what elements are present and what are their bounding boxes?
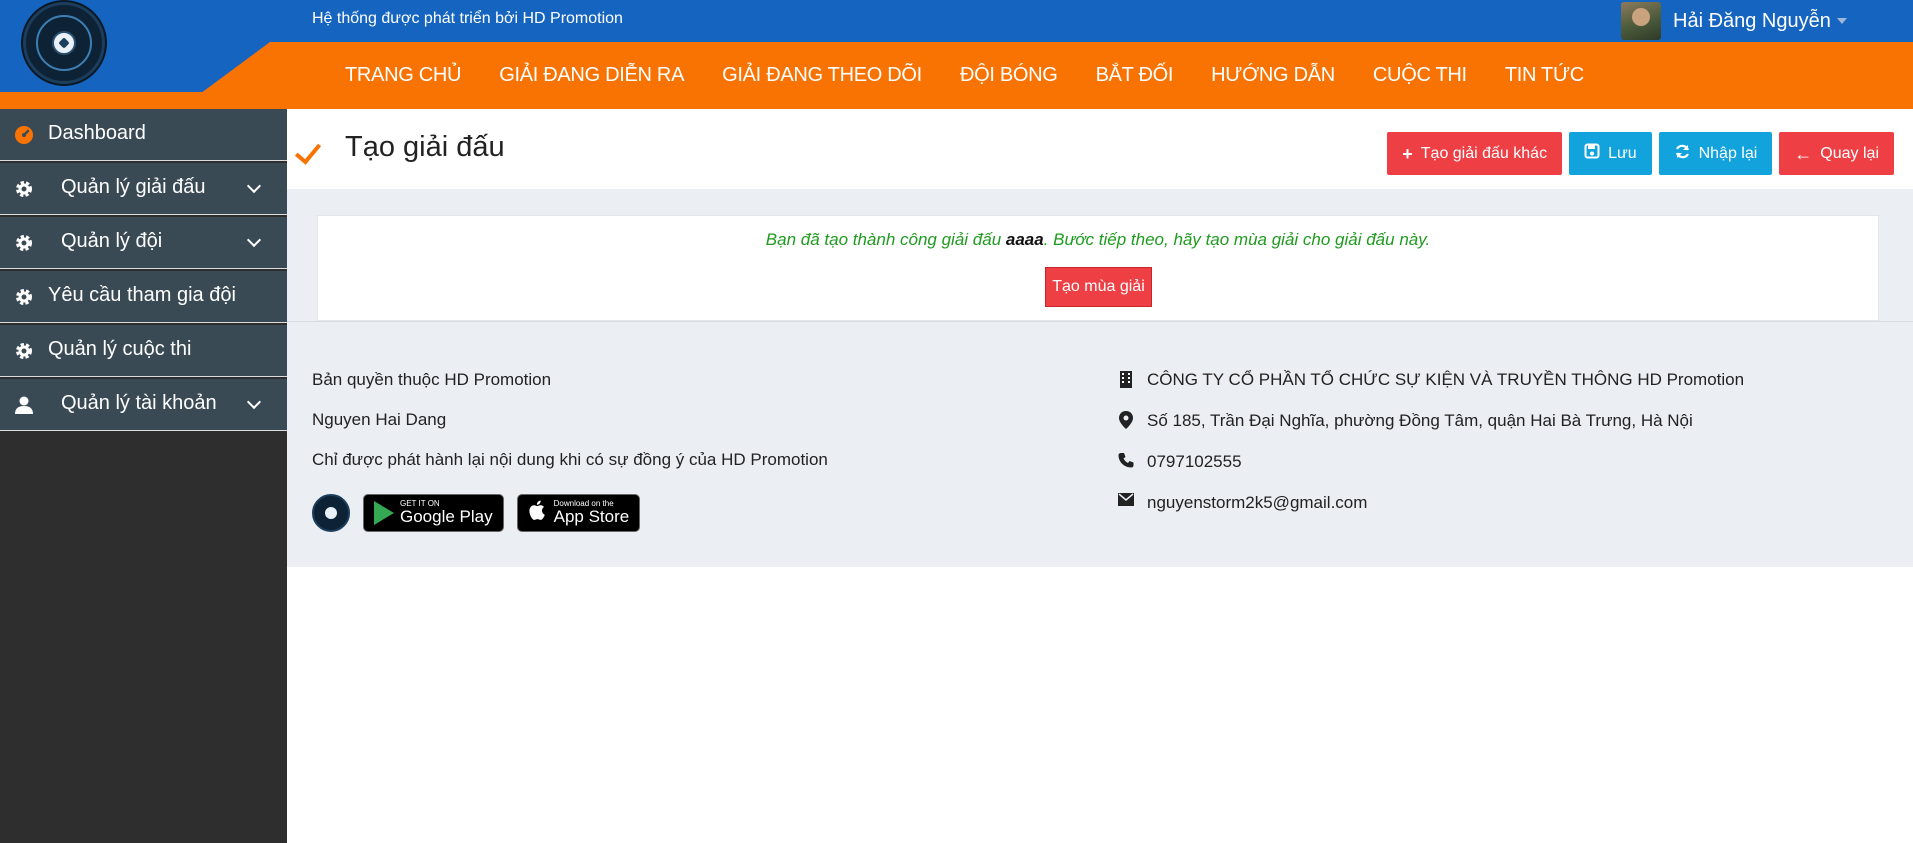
- button-label: Quay lại: [1820, 144, 1879, 162]
- sidebar-item-dashboard[interactable]: Dashboard: [0, 109, 287, 161]
- map-marker-icon: [1117, 411, 1135, 434]
- phone-text: 0797102555: [1147, 452, 1242, 471]
- app-store-badges: GET IT ON Google Play Download on the Ap…: [312, 494, 641, 532]
- success-message: Bạn đã tạo thành công giải đấu aaaa. Bướ…: [318, 230, 1878, 250]
- page-header: Tạo giải đấu + Tạo giải đấu khác Lưu Nhậ…: [287, 109, 1913, 189]
- user-name: Hải Đăng Nguyễn: [1673, 9, 1831, 32]
- app-store-badge[interactable]: Download on the App Store: [516, 494, 641, 532]
- dashboard-icon: [13, 124, 35, 146]
- building-icon: [1117, 370, 1135, 393]
- site-footer: Bản quyền thuộc HD Promotion Nguyen Hai …: [287, 321, 1913, 567]
- sidebar-item-label: Quản lý đội: [61, 230, 163, 252]
- phone-icon: [1117, 452, 1135, 473]
- sidebar-item-quan-ly-tai-khoan[interactable]: Quản lý tài khoản: [0, 379, 287, 431]
- nav-huong-dan[interactable]: HƯỚNG DẪN: [1211, 64, 1335, 87]
- nav-cuoc-thi[interactable]: CUỘC THI: [1373, 64, 1467, 87]
- message-text: Bạn đã tạo thành công giải đấu: [765, 230, 1006, 249]
- user-menu[interactable]: Hải Đăng Nguyễn: [1621, 0, 1847, 42]
- nav-bat-doi[interactable]: BẮT ĐỐI: [1096, 64, 1174, 87]
- badge-big-text: App Store: [553, 507, 630, 527]
- save-button[interactable]: Lưu: [1569, 132, 1652, 175]
- apple-icon: [528, 499, 548, 527]
- copyright-text: Bản quyền thuộc HD Promotion: [312, 370, 552, 389]
- sidebar-item-yeu-cau-tham-gia-doi[interactable]: Yêu cầu tham gia đội: [0, 271, 287, 323]
- gear-icon: [13, 178, 35, 200]
- soccer-ball-icon: [52, 31, 76, 55]
- author-text: Nguyen Hai Dang: [312, 410, 447, 429]
- company-name: CÔNG TY CỔ PHẦN TỔ CHỨC SỰ KIỆN VÀ TRUYỀ…: [1147, 370, 1745, 389]
- arrow-left-icon: ←: [1794, 143, 1813, 164]
- nav-giai-dang-theo-doi[interactable]: GIẢI ĐANG THEO DÕI: [722, 64, 922, 87]
- nav-giai-dang-dien-ra[interactable]: GIẢI ĐANG DIỄN RA: [499, 64, 684, 87]
- sidebar: Dashboard Quản lý giải đấu Quản lý đội Y…: [0, 109, 287, 843]
- contact-email: nguyenstorm2k5@gmail.com: [1117, 493, 1744, 534]
- check-icon: [294, 137, 322, 165]
- address-text: Số 185, Trần Đại Nghĩa, phường Đồng Tâm,…: [1147, 411, 1693, 430]
- sidebar-item-quan-ly-giai-dau[interactable]: Quản lý giải đấu: [0, 163, 287, 215]
- tournament-name: aaaa: [1005, 230, 1044, 249]
- footer-contact: CÔNG TY CỔ PHẦN TỔ CHỨC SỰ KIỆN VÀ TRUYỀ…: [1117, 370, 1744, 534]
- success-notice: Bạn đã tạo thành công giải đấu aaaa. Bướ…: [317, 215, 1879, 321]
- gear-icon: [13, 232, 35, 254]
- header-tagline: Hệ thống được phát triển bởi HD Promotio…: [312, 10, 623, 27]
- button-label: Nhập lại: [1698, 144, 1758, 162]
- page-title: Tạo giải đấu: [345, 131, 505, 163]
- reload-button[interactable]: Nhập lại: [1658, 132, 1773, 175]
- contact-address: Số 185, Trần Đại Nghĩa, phường Đồng Tâm,…: [1117, 411, 1744, 452]
- badge-big-text: Google Play: [400, 507, 493, 527]
- chevron-down-icon: [246, 178, 262, 194]
- chevron-down-icon: [246, 394, 262, 410]
- plus-icon: +: [1402, 143, 1413, 164]
- footer-logo: [312, 494, 350, 532]
- avatar: [1621, 2, 1661, 40]
- contact-company: CÔNG TY CỔ PHẦN TỔ CHỨC SỰ KIỆN VÀ TRUYỀ…: [1117, 370, 1744, 411]
- nav-doi-bong[interactable]: ĐỘI BÓNG: [960, 64, 1058, 87]
- google-play-badge[interactable]: GET IT ON Google Play: [363, 494, 504, 532]
- create-season-button[interactable]: Tạo mùa giải: [1045, 267, 1152, 307]
- nav-trang-chu[interactable]: TRANG CHỦ: [345, 64, 461, 87]
- sidebar-item-label: Quản lý tài khoản: [61, 392, 217, 414]
- envelope-icon: [1117, 493, 1135, 511]
- site-header: Hệ thống được phát triển bởi HD Promotio…: [0, 0, 1913, 109]
- refresh-icon: [1674, 143, 1691, 165]
- chevron-down-icon: [246, 232, 262, 248]
- button-label: Lưu: [1608, 144, 1637, 162]
- site-logo[interactable]: [23, 2, 105, 84]
- sidebar-item-label: Dashboard: [48, 122, 146, 144]
- message-text: . Bước tiếp theo, hãy tạo mùa giải cho g…: [1043, 230, 1431, 249]
- button-label: Tạo giải đấu khác: [1420, 144, 1548, 162]
- sidebar-item-label: Quản lý giải đấu: [61, 176, 206, 198]
- nav-items: TRANG CHỦ GIẢI ĐANG DIỄN RA GIẢI ĐANG TH…: [345, 42, 1584, 109]
- gear-icon: [13, 340, 35, 362]
- chevron-down-icon: [1836, 18, 1847, 24]
- sidebar-item-label: Quản lý cuộc thi: [48, 338, 192, 360]
- sidebar-item-label: Yêu cầu tham gia đội: [48, 284, 236, 306]
- email-text[interactable]: nguyenstorm2k5@gmail.com: [1147, 493, 1367, 513]
- sidebar-item-quan-ly-cuoc-thi[interactable]: Quản lý cuộc thi: [0, 325, 287, 377]
- license-text: Chỉ được phát hành lại nội dung khi có s…: [312, 450, 828, 469]
- user-icon: [13, 394, 35, 416]
- gear-icon: [13, 286, 35, 308]
- action-buttons: + Tạo giải đấu khác Lưu Nhập lại ← Quay …: [1387, 132, 1894, 175]
- nav-tin-tuc[interactable]: TIN TỨC: [1505, 64, 1584, 87]
- google-play-icon: [374, 501, 394, 525]
- sidebar-item-quan-ly-doi[interactable]: Quản lý đội: [0, 217, 287, 269]
- create-other-tournament-button[interactable]: + Tạo giải đấu khác: [1387, 132, 1563, 175]
- footer-copyright: Bản quyền thuộc HD Promotion Nguyen Hai …: [312, 370, 828, 490]
- save-icon: [1584, 143, 1600, 164]
- top-bar: Hệ thống được phát triển bởi HD Promotio…: [0, 0, 1913, 42]
- contact-phone: 0797102555: [1117, 452, 1744, 493]
- back-button[interactable]: ← Quay lại: [1779, 132, 1894, 175]
